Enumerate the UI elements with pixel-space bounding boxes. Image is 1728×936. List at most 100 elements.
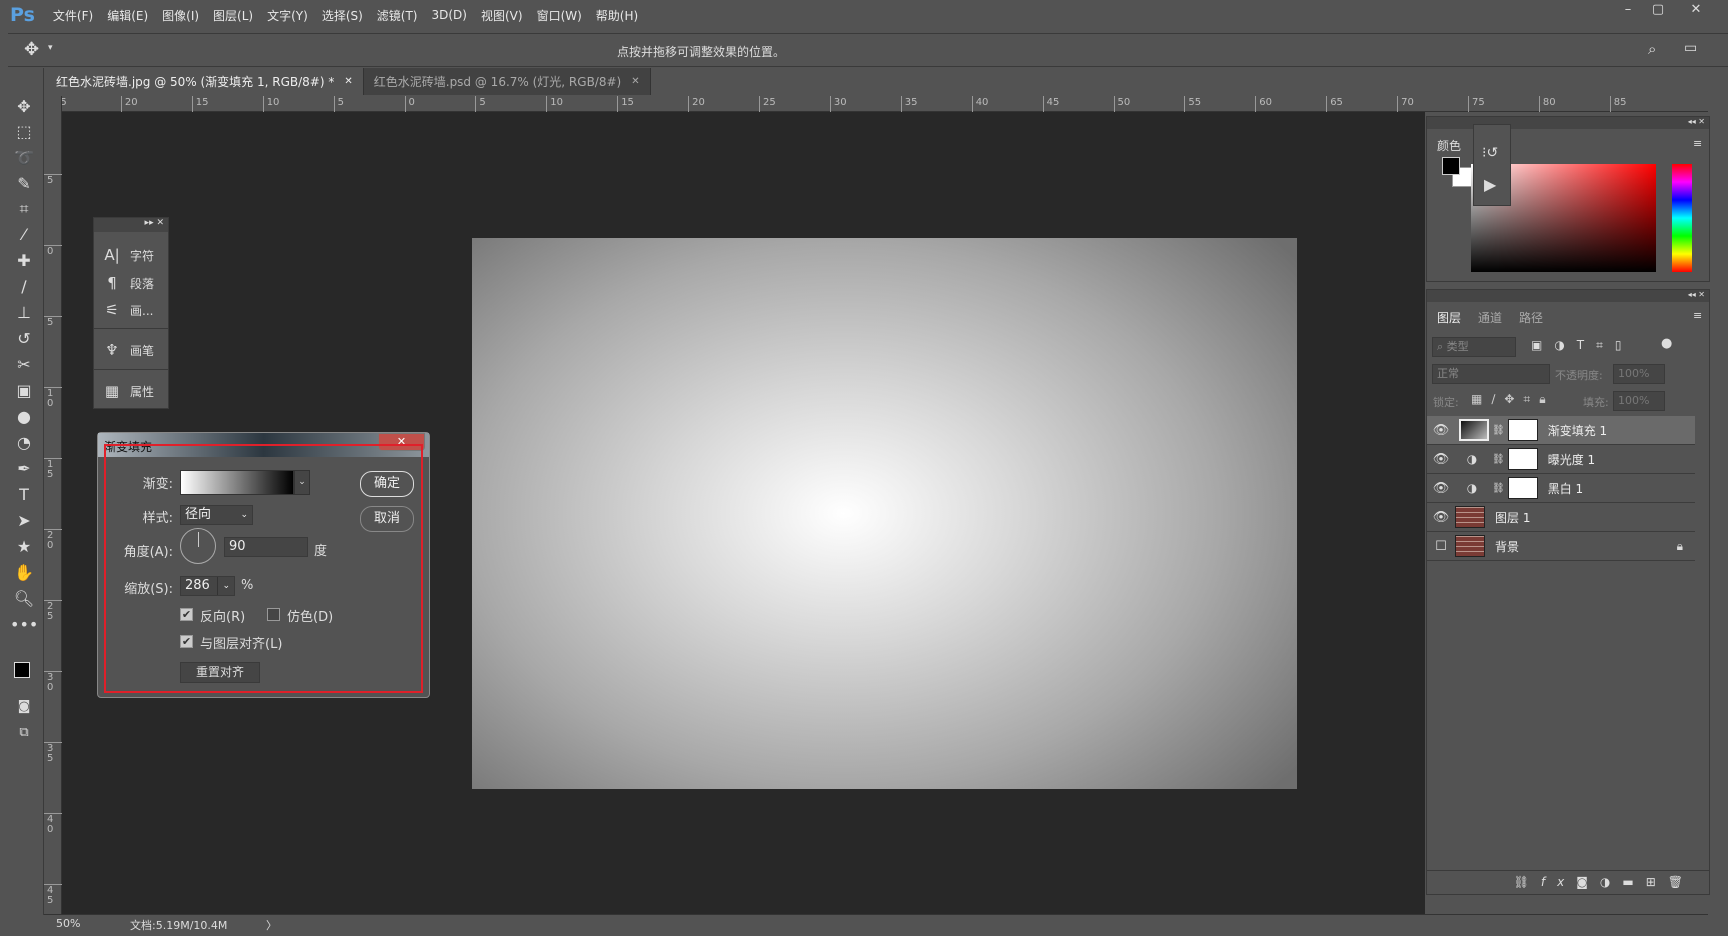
opacity-input[interactable]: 100%: [1613, 364, 1665, 384]
eyedropper-tool-icon[interactable]: ⁄: [10, 224, 38, 246]
hue-slider[interactable]: [1672, 164, 1692, 272]
layer-row[interactable]: 👁︎ ◑ ⛓ 曝光度 1: [1427, 445, 1695, 474]
crop-tool-icon[interactable]: ⌗: [10, 198, 38, 220]
layer-row[interactable]: ☐ 背景 🔒︎: [1427, 532, 1695, 561]
cancel-button[interactable]: 取消: [360, 506, 414, 532]
collapse-icon[interactable]: ◂◂: [1688, 117, 1699, 126]
eraser-tool-icon[interactable]: ✂: [10, 354, 38, 376]
menu-help[interactable]: 帮助(H): [596, 7, 638, 24]
reverse-checkbox[interactable]: ✔: [180, 608, 193, 621]
tab-document-2[interactable]: 红色水泥砖墙.psd @ 16.7% (灯光, RGB/8#) ✕: [363, 68, 651, 95]
angle-dial[interactable]: [180, 528, 216, 564]
menu-image[interactable]: 图像(I): [162, 7, 199, 24]
tab-document-1[interactable]: 红色水泥砖墙.jpg @ 50% (渐变填充 1, RGB/8#) * ✕: [46, 68, 364, 95]
collapse-icon[interactable]: ◂◂: [1688, 290, 1699, 299]
layers-footer-buttons[interactable]: ⛓fx◙◑▬⊞🗑︎: [1427, 870, 1709, 894]
style-select[interactable]: 径向 ⌄: [180, 505, 253, 525]
brush-tool-icon[interactable]: ∕: [10, 276, 38, 298]
close-icon[interactable]: ✕: [1698, 117, 1705, 126]
close-tab-icon[interactable]: ✕: [631, 76, 639, 87]
blend-mode-select[interactable]: 正常: [1432, 364, 1550, 384]
panel-menu-icon[interactable]: ≡: [1693, 137, 1702, 150]
zoom-level[interactable]: 50%: [56, 917, 80, 930]
dither-checkbox[interactable]: [267, 608, 280, 621]
stamp-tool-icon[interactable]: ⊥: [10, 302, 38, 324]
quick-select-tool-icon[interactable]: ✎: [10, 173, 38, 195]
tool-preset-chevron-icon[interactable]: ▾: [48, 43, 53, 53]
quick-mask-icon[interactable]: ◙: [10, 696, 38, 718]
tab-layers[interactable]: 图层: [1437, 309, 1461, 326]
menu-view[interactable]: 视图(V): [481, 7, 523, 24]
fill-input[interactable]: 100%: [1613, 391, 1665, 411]
close-icon[interactable]: ✕: [156, 218, 164, 228]
menu-layer[interactable]: 图层(L): [213, 7, 253, 24]
ruler-label: 75: [1472, 97, 1485, 108]
layer-filter-select[interactable]: ⌕ 类型: [1432, 337, 1516, 357]
screen-mode-icon[interactable]: ⧉: [10, 722, 38, 744]
dodge-tool-icon[interactable]: ◔: [10, 432, 38, 454]
close-tab-icon[interactable]: ✕: [344, 76, 352, 87]
tab-channels[interactable]: 通道: [1478, 309, 1502, 326]
gradient-tool-icon[interactable]: ▣: [10, 380, 38, 402]
history-brush-tool-icon[interactable]: ↺: [10, 328, 38, 350]
panel-button-properties[interactable]: ▦ 属性: [94, 378, 170, 404]
search-icon[interactable]: ⌕: [1648, 40, 1656, 58]
move-tool-icon[interactable]: ✥: [24, 39, 39, 60]
shape-tool-icon[interactable]: ★: [10, 536, 38, 558]
more-tools-icon[interactable]: •••: [10, 614, 38, 636]
move-tool-icon[interactable]: ✥: [10, 96, 38, 118]
menu-file[interactable]: 文件(F): [53, 7, 93, 24]
expand-icon[interactable]: ▸▸: [145, 218, 157, 228]
foreground-color-swatch[interactable]: [14, 662, 30, 678]
zoom-tool-icon[interactable]: 🔍︎: [10, 588, 38, 610]
menu-window[interactable]: 窗口(W): [537, 7, 582, 24]
gradient-picker[interactable]: [180, 470, 294, 495]
visibility-toggle-empty[interactable]: ☐: [1427, 539, 1455, 554]
ok-button[interactable]: 确定: [360, 471, 414, 497]
menu-select[interactable]: 选择(S): [322, 7, 363, 24]
panel-button-paragraph[interactable]: ¶ 段落: [94, 270, 170, 296]
workspace-icon[interactable]: ▭: [1684, 40, 1697, 56]
scale-input[interactable]: 286 ⌄: [180, 576, 235, 596]
menu-type[interactable]: 文字(Y): [267, 7, 308, 24]
menu-3d[interactable]: 3D(D): [432, 8, 467, 22]
blur-tool-icon[interactable]: ●: [10, 406, 38, 428]
maximize-button[interactable]: ▢: [1643, 2, 1673, 22]
visibility-eye-icon[interactable]: 👁︎: [1427, 452, 1455, 467]
visibility-eye-icon[interactable]: 👁︎: [1427, 423, 1455, 438]
menu-edit[interactable]: 编辑(E): [107, 7, 148, 24]
gradient-dropdown-chevron-icon[interactable]: ⌄: [294, 470, 310, 495]
healing-brush-tool-icon[interactable]: ✚: [10, 250, 38, 272]
layer-row[interactable]: 👁︎ ◑ ⛓ 黑白 1: [1427, 474, 1695, 503]
panel-button-brushes[interactable]: ♆ 画笔: [94, 337, 170, 363]
foreground-color-swatch[interactable]: [1442, 157, 1460, 175]
panel-button-character[interactable]: A| 字符: [94, 242, 170, 268]
visibility-eye-icon[interactable]: 👁︎: [1427, 510, 1455, 525]
layer-row[interactable]: 👁︎ 图层 1: [1427, 503, 1695, 532]
type-tool-icon[interactable]: T: [10, 484, 38, 506]
hand-tool-icon[interactable]: ✋: [10, 562, 38, 584]
tab-paths[interactable]: 路径: [1519, 309, 1543, 326]
document-image-radial-gradient[interactable]: [472, 238, 1297, 789]
panel-menu-icon[interactable]: ≡: [1693, 309, 1702, 322]
pen-tool-icon[interactable]: ✒: [10, 458, 38, 480]
minimize-button[interactable]: –: [1613, 2, 1643, 22]
close-icon[interactable]: ✕: [1698, 290, 1705, 299]
history-icon[interactable]: ⁝↺: [1482, 145, 1498, 161]
actions-play-icon[interactable]: ▶: [1484, 175, 1496, 194]
filter-type-icons[interactable]: ▣◑T⌗▯: [1531, 338, 1634, 353]
align-with-layer-checkbox[interactable]: ✔: [180, 635, 193, 648]
reset-alignment-button[interactable]: 重置对齐: [180, 662, 260, 683]
close-window-button[interactable]: ✕: [1681, 2, 1711, 22]
lasso-tool-icon[interactable]: ➰: [10, 147, 38, 169]
angle-input[interactable]: 90: [224, 537, 308, 557]
filter-toggle-icon[interactable]: ●: [1661, 336, 1672, 351]
visibility-eye-icon[interactable]: 👁︎: [1427, 481, 1455, 496]
layer-row[interactable]: 👁︎ ⛓ 渐变填充 1: [1427, 416, 1695, 445]
status-menu-arrow[interactable]: 〉: [266, 917, 277, 933]
panel-button-brush-settings[interactable]: ⚟ 画...: [94, 297, 170, 323]
marquee-tool-icon[interactable]: ⬚: [10, 121, 38, 143]
lock-icons[interactable]: ▦∕✥⌗🔒︎: [1471, 392, 1555, 407]
path-select-tool-icon[interactable]: ➤: [10, 510, 38, 532]
menu-filter[interactable]: 滤镜(T): [377, 7, 418, 24]
